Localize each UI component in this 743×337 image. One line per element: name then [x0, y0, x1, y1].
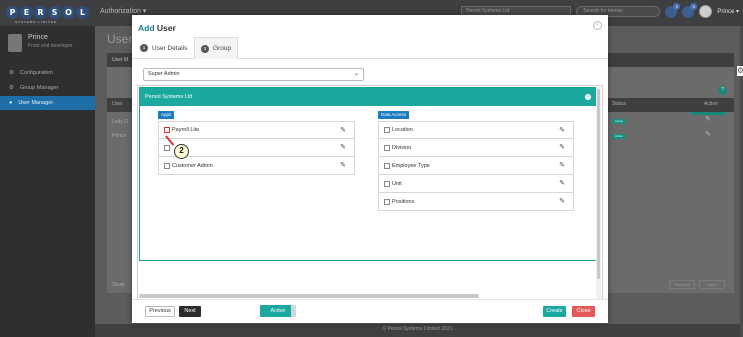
list-item: Location ✎ [378, 121, 574, 139]
modal-title: Add User [138, 23, 176, 33]
app-checkbox[interactable] [164, 144, 170, 151]
edit-icon[interactable]: ✎ [705, 115, 711, 123]
tab-group[interactable]: 2 Group [194, 37, 239, 59]
previous-page-button[interactable]: Previous [669, 280, 695, 289]
edit-icon[interactable]: ✎ [340, 143, 346, 151]
edit-icon[interactable]: ✎ [559, 126, 565, 134]
customer-admin-checkbox[interactable] [164, 162, 170, 169]
data-access-list: Location ✎ Division ✎ Employee Type ✎ Un… [378, 121, 574, 211]
sidebar-item-configuration[interactable]: ⚙ Configuration [0, 66, 95, 80]
horizontal-scrollbar[interactable] [139, 294, 479, 298]
authorization-dropdown[interactable]: Authorization ▾ [100, 7, 146, 15]
collapse-toggle-icon[interactable]: − [585, 94, 591, 100]
modal-tabs: 1 User Details 2 Group [132, 37, 608, 59]
edit-icon[interactable]: ✎ [340, 161, 346, 169]
wrench-icon: ⚙ [9, 85, 14, 91]
sidebar-profile: Prince Front end developer [8, 34, 73, 52]
profile-name: Prince [28, 34, 48, 41]
edit-icon[interactable]: ✎ [340, 126, 346, 134]
payroll-lite-checkbox[interactable] [164, 127, 170, 133]
unit-checkbox[interactable] [384, 180, 390, 187]
add-user-modal: Add User × 1 User Details 2 Group Super … [132, 15, 608, 323]
edit-icon[interactable]: ✎ [559, 143, 565, 151]
positions-checkbox[interactable] [384, 198, 390, 205]
modal-footer: Previous Next Active Create Close [132, 299, 608, 323]
list-item: Employee Type ✎ [378, 157, 574, 175]
status-badge: Active [612, 119, 626, 124]
list-item: Customer Admin ✎ [158, 157, 355, 175]
profile-picture [8, 34, 22, 52]
wrench-icon: ⚙ [9, 70, 14, 76]
edit-icon[interactable]: ✎ [559, 161, 565, 169]
page-title: User [107, 32, 133, 46]
table-row[interactable]: Lady O [112, 119, 128, 125]
edit-icon[interactable]: ✎ [705, 130, 711, 138]
close-icon[interactable]: × [593, 21, 602, 30]
edit-icon[interactable]: ✎ [559, 197, 565, 205]
next-page-button[interactable]: Next [699, 280, 725, 289]
list-item: Payroll Lite ✎ [158, 121, 355, 139]
edit-icon[interactable]: ✎ [559, 179, 565, 187]
user-menu[interactable]: Prince ▾ [717, 8, 739, 15]
users-icon: ● [9, 100, 13, 106]
location-checkbox[interactable] [384, 127, 390, 133]
next-button[interactable]: Next [179, 306, 201, 317]
toggle-handle [291, 305, 296, 317]
gear-icon[interactable]: ⚙ [737, 66, 743, 76]
division-checkbox[interactable] [384, 144, 390, 151]
list-item: Division ✎ [378, 139, 574, 157]
step-marker: 2 [174, 144, 189, 159]
group-select[interactable]: Super Admin ⌄ [143, 68, 364, 81]
sidebar-item-group-manager[interactable]: ⚙ Group Manager [0, 81, 95, 95]
list-item: Unit ✎ [378, 175, 574, 193]
sidebar-item-user-manager[interactable]: ● User Manager [0, 96, 95, 110]
previous-button[interactable]: Previous [145, 306, 175, 317]
employee-type-checkbox[interactable] [384, 162, 390, 169]
chevron-down-icon: ⌄ [353, 71, 359, 77]
profile-role: Front end developer [28, 43, 73, 49]
company-panel-header[interactable]: Persol Systems Ltd − [140, 88, 597, 106]
show-entries[interactable]: Show [112, 282, 125, 288]
vertical-scrollbar[interactable] [596, 87, 601, 299]
footer: © Persol Systems Limited 2021 [95, 324, 740, 337]
active-toggle[interactable]: Active [260, 305, 296, 317]
sidebar: Prince Front end developer ⚙ Configurati… [0, 26, 95, 337]
tab-user-details[interactable]: 1 User Details [134, 37, 193, 59]
data-access-tag: Data Access [378, 111, 410, 119]
close-button[interactable]: Close [572, 306, 595, 317]
table-row[interactable]: Prince [112, 133, 126, 139]
apps-tag: Apps [158, 111, 175, 119]
create-button[interactable]: Create [543, 306, 566, 317]
list-item: Positions ✎ [378, 193, 574, 211]
notification-icon[interactable]: 0 [665, 2, 681, 18]
help-icon[interactable]: ? [718, 86, 727, 95]
persol-logo: P E R S O L SYSTEMS LIMITED [6, 4, 89, 24]
message-icon[interactable]: 0 [682, 2, 698, 18]
avatar[interactable] [699, 5, 713, 18]
status-badge: Active [612, 134, 626, 139]
